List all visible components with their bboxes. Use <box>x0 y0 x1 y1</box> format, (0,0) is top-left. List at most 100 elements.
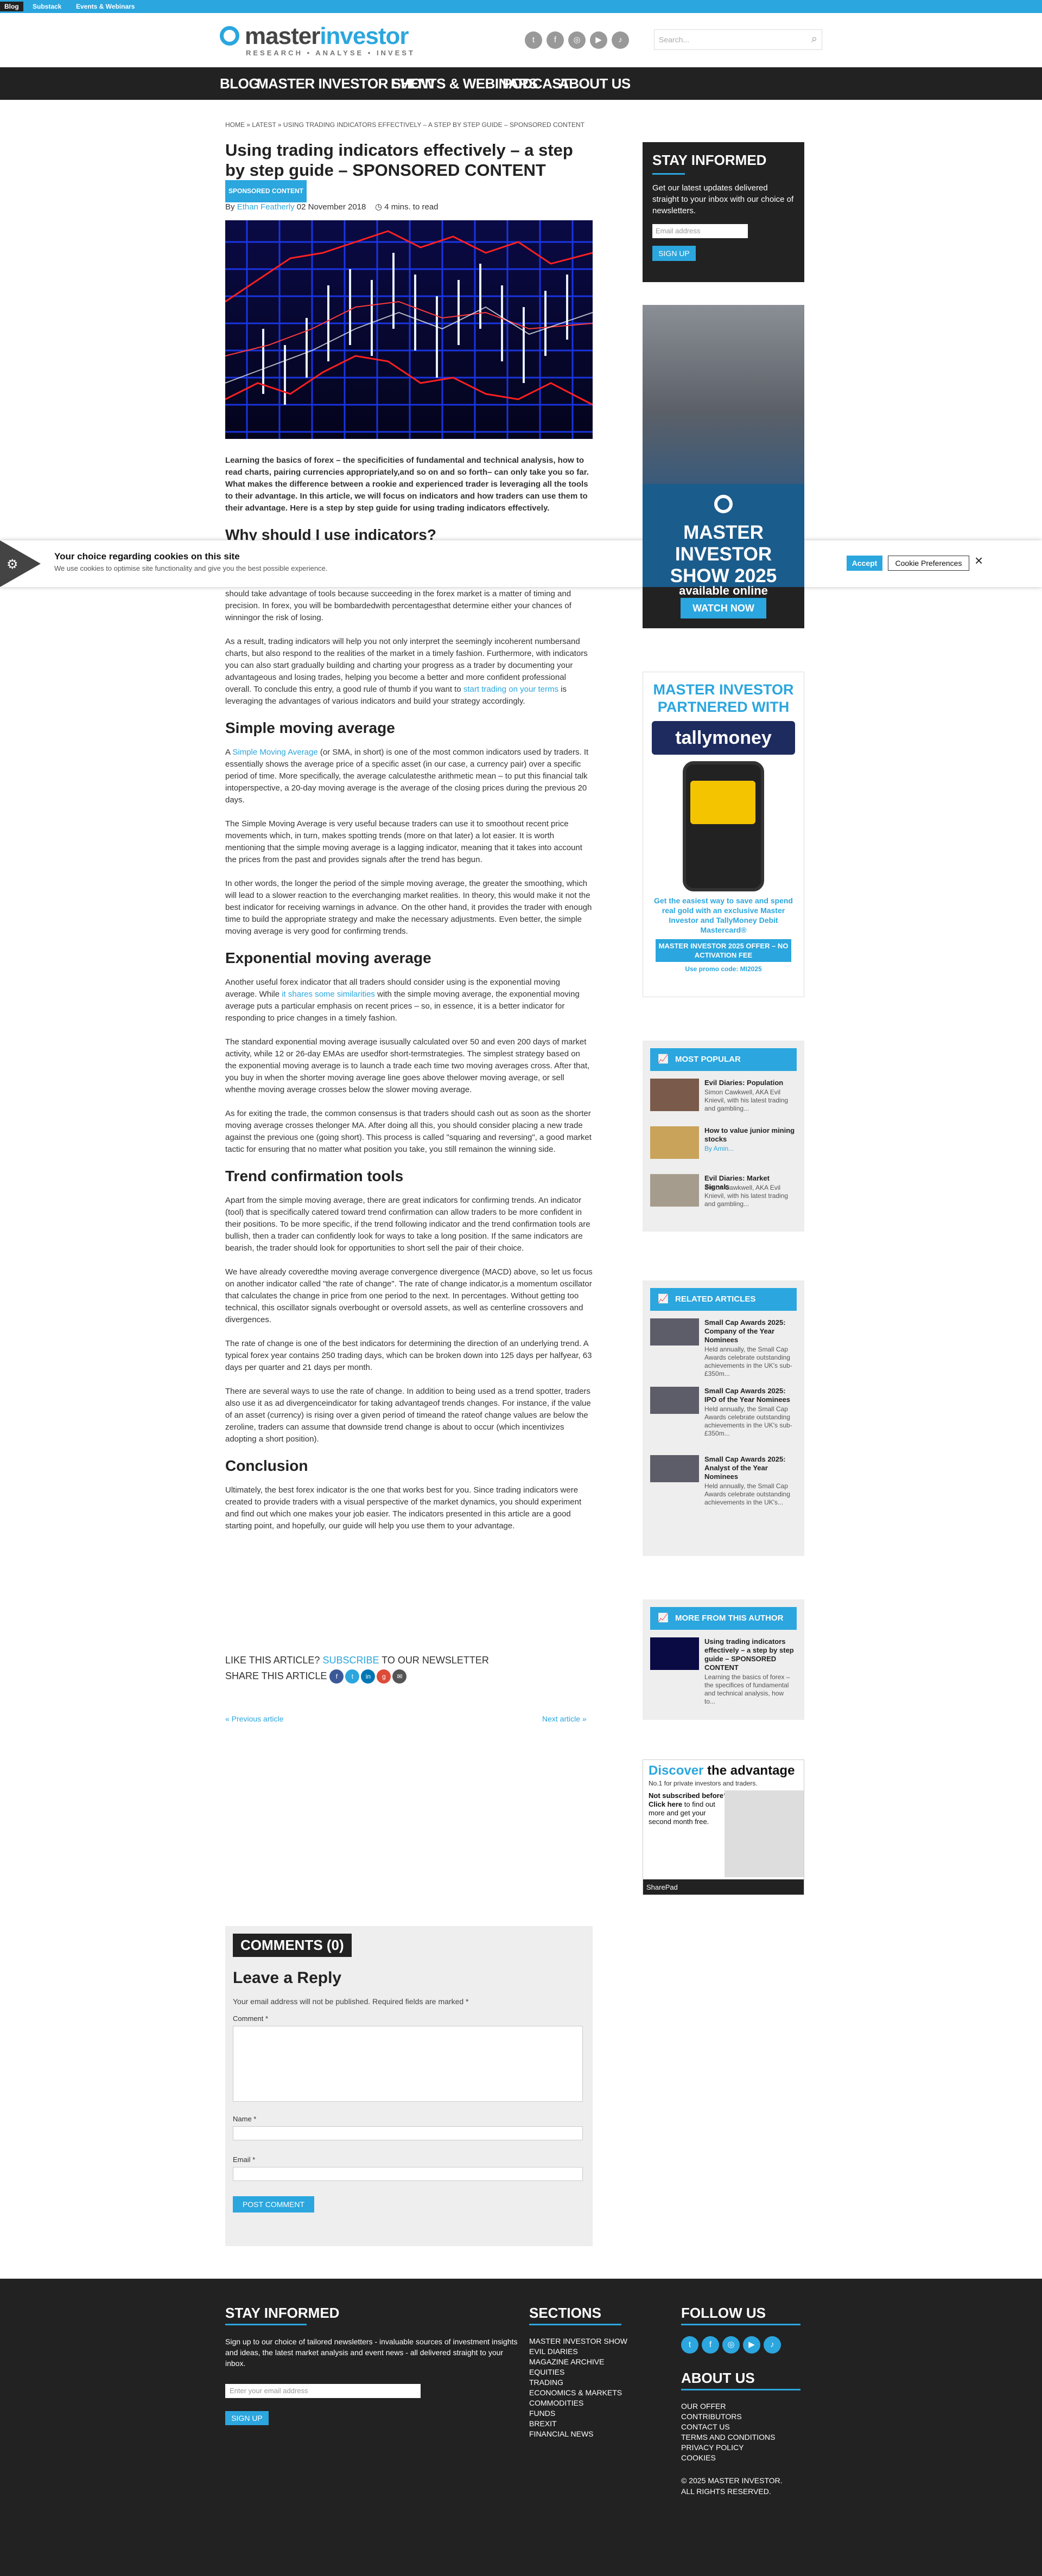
breadcrumb[interactable]: HOME » LATEST » USING TRADING INDICATORS… <box>225 121 584 129</box>
footer-link[interactable]: CONTACT US <box>681 2422 806 2432</box>
most-popular-title: MOST POPULAR <box>675 1055 741 1064</box>
signup-button[interactable]: SIGN UP <box>652 246 696 261</box>
topbar-events-link[interactable]: Events & Webinars <box>72 2 139 11</box>
topbar-substack-link[interactable]: Substack <box>28 2 66 11</box>
footer-signup-button[interactable]: SIGN UP <box>225 2411 269 2425</box>
close-icon[interactable]: × <box>975 552 983 569</box>
inline-link[interactable]: it shares some similarities <box>282 990 375 999</box>
footer-link[interactable]: EVIL DIARIES <box>529 2347 659 2357</box>
list-item[interactable]: Small Cap Awards 2025: IPO of the Year N… <box>650 1387 797 1446</box>
footer-link[interactable]: ECONOMICS & MARKETS <box>529 2388 659 2398</box>
instagram-icon[interactable]: ◎ <box>568 31 586 49</box>
list-item[interactable]: How to value junior mining stocks By Amin… <box>650 1126 797 1165</box>
trend-chart-icon: 📈 <box>658 1295 669 1304</box>
search-placeholder: Search... <box>659 35 690 44</box>
paragraph: should take advantage of tools because s… <box>225 589 571 622</box>
post-comment-button[interactable]: POST COMMENT <box>233 2196 314 2212</box>
footer-link[interactable]: OUR OFFER <box>681 2401 806 2412</box>
facebook-icon[interactable]: f <box>547 31 564 49</box>
phone-image <box>683 761 764 891</box>
paragraph: Apart from the simple moving average, th… <box>225 1196 590 1253</box>
cookie-preferences-button[interactable]: Cookie Preferences <box>888 556 969 571</box>
next-article-link[interactable]: Next article » <box>542 1714 587 1723</box>
twitter-icon[interactable]: t <box>525 31 542 49</box>
nav-blog[interactable]: BLOG <box>220 73 260 94</box>
tiktok-icon[interactable]: ♪ <box>764 2336 781 2354</box>
logo-name-b: investor <box>320 23 409 49</box>
inline-link[interactable]: start trading on your terms <box>463 685 558 694</box>
author-link[interactable]: Ethan Featherly <box>237 202 295 212</box>
trend-chart-icon: 📈 <box>658 1614 669 1623</box>
thumbnail <box>650 1174 699 1207</box>
facebook-icon[interactable]: f <box>702 2336 719 2354</box>
footer-link[interactable]: COOKIES <box>681 2453 806 2463</box>
comment-textarea[interactable] <box>233 2026 583 2102</box>
footer-link[interactable]: TERMS AND CONDITIONS <box>681 2432 806 2443</box>
leave-reply-heading: Leave a Reply <box>233 1969 342 1987</box>
read-time: 4 mins. to read <box>384 202 439 212</box>
list-item[interactable]: Small Cap Awards 2025: Company of the Ye… <box>650 1318 797 1378</box>
footer-link[interactable]: EQUITIES <box>529 2367 659 2377</box>
like-line: LIKE THIS ARTICLE? SUBSCRIBE TO OUR NEWS… <box>225 1655 489 1666</box>
paragraph: The rate of change is one of the best in… <box>225 1339 592 1372</box>
screenshot-image <box>725 1790 804 1877</box>
header-search[interactable]: Search... ⌕ <box>654 29 822 50</box>
paragraph: As a result, trading indicators will hel… <box>225 637 588 706</box>
list-item[interactable]: Evil Diaries: Population Simon Cawkwell, … <box>650 1079 797 1118</box>
footer-stay-informed: STAY INFORMED Sign up to our choice of t… <box>225 2305 518 2425</box>
facebook-share-icon[interactable]: f <box>329 1669 344 1684</box>
footer-link[interactable]: TRADING <box>529 2377 659 2388</box>
cookie-accept-button[interactable]: Accept <box>847 556 882 571</box>
footer-link[interactable]: MAGAZINE ARCHIVE <box>529 2357 659 2367</box>
tiktok-icon[interactable]: ♪ <box>612 31 629 49</box>
search-icon[interactable]: ⌕ <box>811 33 817 46</box>
list-item[interactable]: Small Cap Awards 2025: Analyst of the Ye… <box>650 1455 797 1515</box>
most-popular-widget: 📈 MOST POPULAR Evil Diaries: Population Si… <box>643 1041 804 1232</box>
instagram-icon[interactable]: ◎ <box>722 2336 740 2354</box>
paragraph: In other words, the longer the period of… <box>225 879 592 936</box>
nav-about[interactable]: ABOUT US <box>559 73 631 94</box>
paragraph: Ultimately, the best forex indicator is … <box>225 1485 582 1531</box>
subscribe-link[interactable]: SUBSCRIBE <box>322 1655 379 1666</box>
watch-now-button[interactable]: WATCH NOW <box>681 598 766 619</box>
stay-informed-title: STAY INFORMED <box>652 152 767 168</box>
site-footer: STAY INFORMED Sign up to our choice of t… <box>0 2279 1042 2576</box>
hero-image <box>225 220 593 439</box>
inline-link[interactable]: Simple Moving Average <box>232 748 317 757</box>
footer-link[interactable]: CONTRIBUTORS <box>681 2412 806 2422</box>
footer-link[interactable]: COMMODITIES <box>529 2398 659 2408</box>
footer-link[interactable]: FUNDS <box>529 2408 659 2419</box>
footer-link[interactable]: BREXIT <box>529 2419 659 2429</box>
thumbnail <box>650 1318 699 1346</box>
previous-article-link[interactable]: « Previous article <box>225 1714 283 1723</box>
list-item[interactable]: Evil Diaries: Market Signals Simon Cawkwe… <box>650 1174 797 1213</box>
youtube-icon[interactable]: ▶ <box>743 2336 760 2354</box>
footer-link[interactable]: FINANCIAL NEWS <box>529 2429 659 2439</box>
email-field[interactable] <box>233 2167 583 2181</box>
twitter-share-icon[interactable]: t <box>345 1669 360 1684</box>
thumbnail <box>650 1455 699 1482</box>
footer-link[interactable]: PRIVACY POLICY <box>681 2443 806 2453</box>
topbar-blog-link[interactable]: Blog <box>0 2 23 11</box>
more-author-title: MORE FROM THIS AUTHOR <box>675 1614 784 1623</box>
email-share-icon[interactable]: ✉ <box>392 1669 407 1684</box>
tallymoney-ad[interactable]: MASTER INVESTOR PARTNERED WITH tallymone… <box>643 672 804 997</box>
page-title: Using trading indicators effectively – a… <box>225 140 594 203</box>
newsletter-email-input[interactable]: Email address <box>652 224 748 238</box>
footer-link[interactable]: MASTER INVESTOR SHOW <box>529 2336 659 2347</box>
tally-offer: MASTER INVESTOR 2025 OFFER – NO ACTIVATI… <box>656 939 791 962</box>
show-2025-ad[interactable]: MASTER INVESTOR SHOW 2025 <box>643 305 804 628</box>
sharepad-ad[interactable]: Discover the advantage No.1 for private … <box>643 1759 804 1895</box>
google-share-icon[interactable]: g <box>377 1669 391 1684</box>
thumbnail <box>650 1126 699 1159</box>
gear-icon[interactable]: ⚙ <box>7 557 18 572</box>
list-item[interactable]: Using trading indicators effectively – a… <box>650 1637 797 1713</box>
footer-email-input[interactable]: Enter your email address <box>225 2384 421 2398</box>
youtube-icon[interactable]: ▶ <box>590 31 607 49</box>
twitter-icon[interactable]: t <box>681 2336 698 2354</box>
linkedin-share-icon[interactable]: in <box>361 1669 376 1684</box>
clock-icon: ◷ <box>375 202 383 212</box>
heading-conclusion: Conclusion <box>225 1457 308 1474</box>
site-logo[interactable]: masterinvestor RESEARCH • ANALYSE • INVE… <box>220 24 421 62</box>
name-field[interactable] <box>233 2126 583 2140</box>
